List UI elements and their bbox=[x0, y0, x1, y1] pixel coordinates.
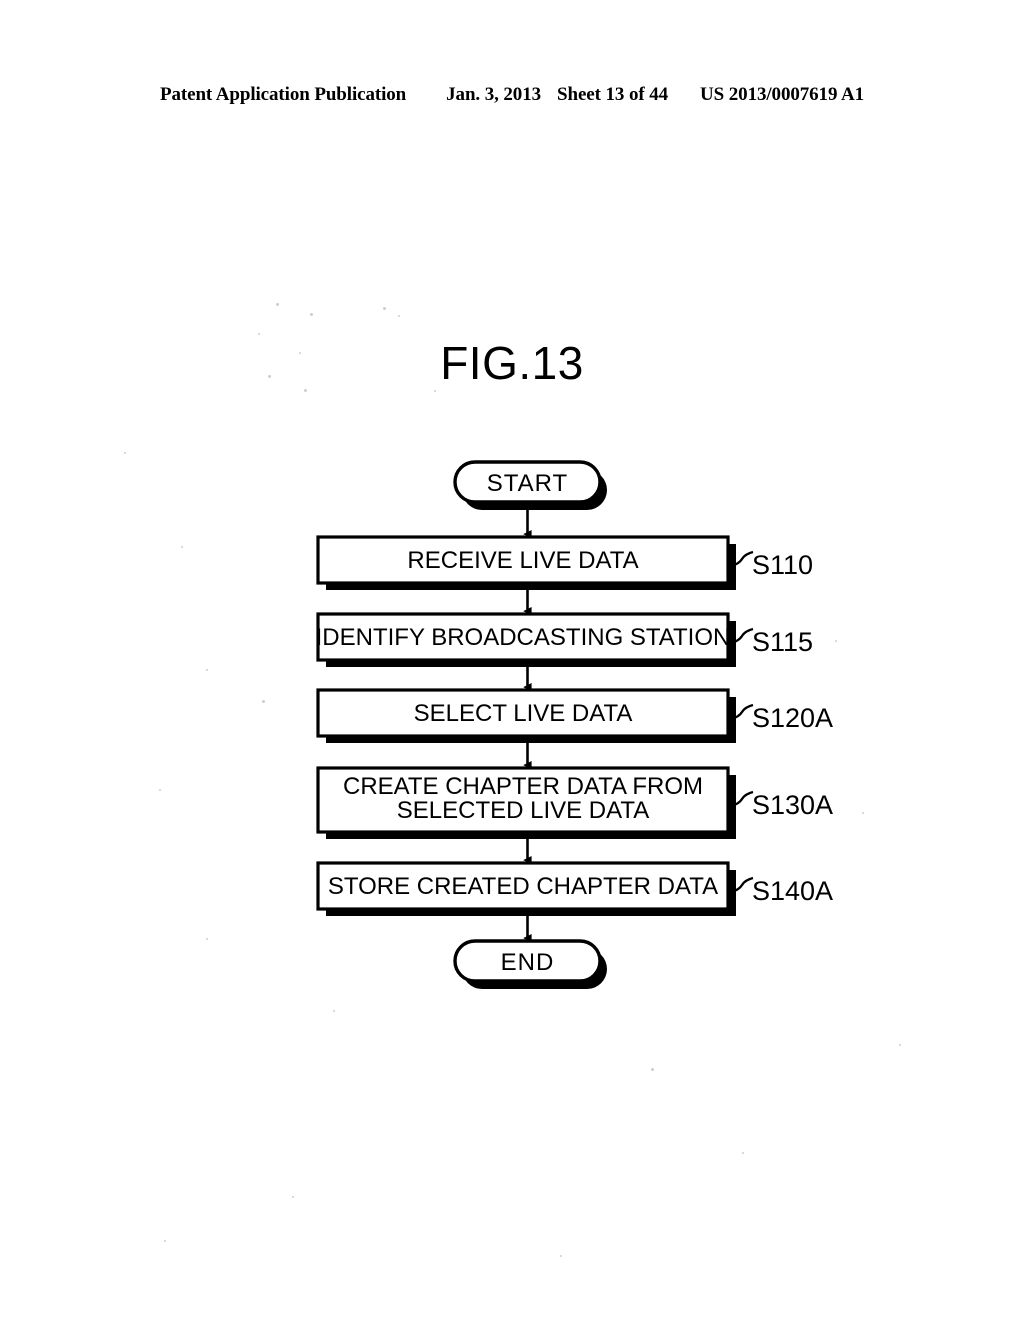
flowchart-diagram: START RECEIVE LIVE DATA S110 IDENTIFY BR… bbox=[0, 0, 1024, 1320]
flow-step-label-s120a: S120A bbox=[752, 703, 833, 733]
flow-node-s130a-text-line1: CREATE CHAPTER DATA FROM bbox=[343, 773, 703, 800]
flow-step-label-s140a: S140A bbox=[752, 876, 833, 906]
flow-node-end-label: END bbox=[501, 949, 555, 976]
flow-node-s110-text: RECEIVE LIVE DATA bbox=[407, 547, 638, 574]
flow-node-start-label: START bbox=[487, 470, 568, 497]
flow-node-end: END bbox=[453, 939, 607, 989]
flow-node-s110: RECEIVE LIVE DATA bbox=[316, 535, 736, 590]
flow-node-s120a: SELECT LIVE DATA bbox=[316, 688, 736, 743]
flow-step-label-s130a: S130A bbox=[752, 790, 833, 820]
flow-node-s140a-text: STORE CREATED CHAPTER DATA bbox=[328, 873, 718, 900]
flow-step-label-s115: S115 bbox=[752, 627, 813, 657]
flow-node-s130a: CREATE CHAPTER DATA FROM SELECTED LIVE D… bbox=[316, 766, 736, 839]
flow-node-s130a-text-line2: SELECTED LIVE DATA bbox=[397, 797, 650, 824]
flow-node-s115: IDENTIFY BROADCASTING STATION bbox=[316, 612, 736, 667]
flow-node-s120a-text: SELECT LIVE DATA bbox=[414, 700, 633, 727]
flow-node-start: START bbox=[453, 460, 607, 510]
flow-step-label-s110: S110 bbox=[752, 550, 813, 580]
flow-node-s115-text: IDENTIFY BROADCASTING STATION bbox=[316, 624, 731, 651]
flow-node-s140a: STORE CREATED CHAPTER DATA bbox=[316, 861, 736, 916]
